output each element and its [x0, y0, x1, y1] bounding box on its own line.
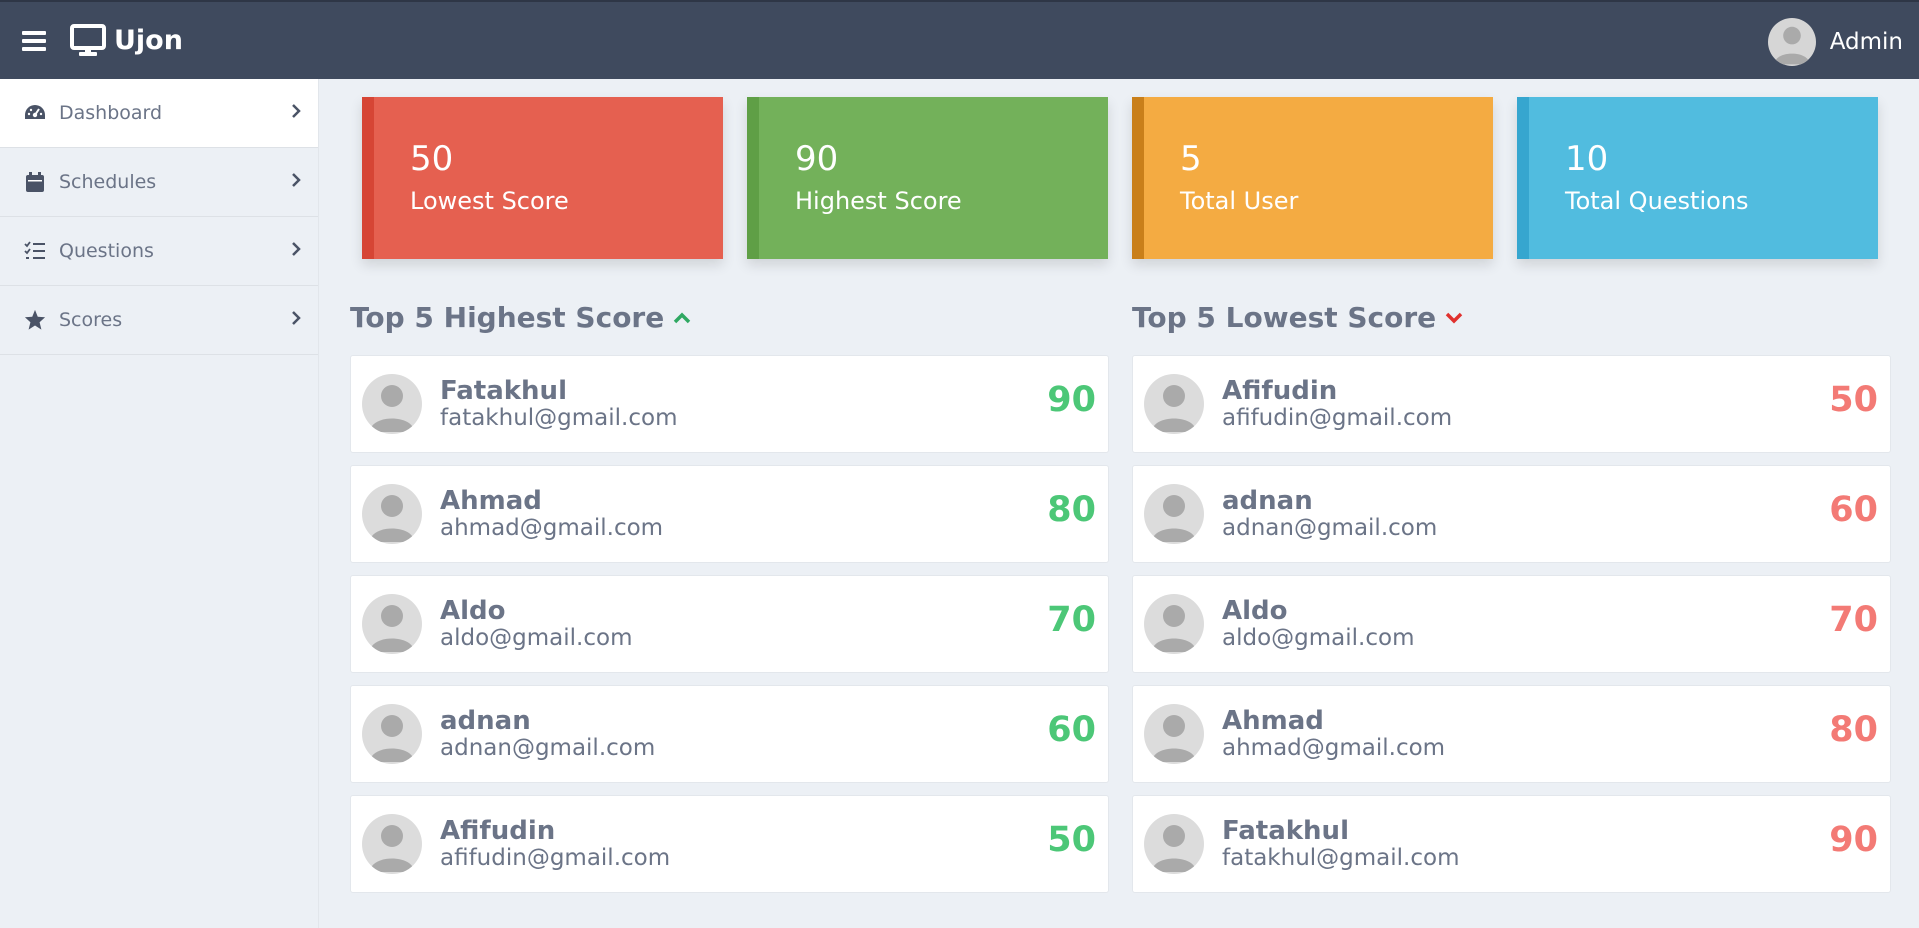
user-email: aldo@gmail.com — [440, 625, 633, 651]
user-email: aldo@gmail.com — [1222, 625, 1415, 651]
sidebar-item-scores[interactable]: Scores — [0, 286, 318, 355]
stat-label: Lowest Score — [410, 187, 569, 215]
user-name: Admin — [1829, 28, 1903, 55]
monitor-icon — [70, 23, 106, 56]
stat-card-total-questions[interactable]: 10 Total Questions — [1517, 97, 1878, 259]
sidebar-item-label: Schedules — [59, 171, 157, 193]
sidebar-item-label: Questions — [59, 240, 154, 262]
stat-card-total-user[interactable]: 5 Total User — [1132, 97, 1493, 259]
user-name: adnan — [440, 706, 531, 736]
list-item[interactable]: Ahmad ahmad@gmail.com 80 — [1132, 685, 1891, 783]
user-name: Afifudin — [1222, 376, 1338, 406]
user-name: Fatakhul — [440, 376, 567, 406]
chevron-right-icon — [292, 242, 301, 256]
list-item[interactable]: Afifudin afifudin@gmail.com 50 — [350, 795, 1109, 893]
tasks-icon — [23, 239, 47, 263]
sidebar-item-questions[interactable]: Questions — [0, 217, 318, 286]
list-item[interactable]: Fatakhul fatakhul@gmail.com 90 — [350, 355, 1109, 453]
score-value: 70 — [1829, 600, 1878, 640]
card-accent-bar — [362, 97, 374, 259]
top-navbar: Ujon Admin — [0, 0, 1919, 79]
user-email: adnan@gmail.com — [440, 735, 656, 761]
lowest-score-heading: Top 5 Lowest Score — [1132, 301, 1464, 334]
card-accent-bar — [1132, 97, 1144, 259]
stat-label: Highest Score — [795, 187, 962, 215]
highest-score-heading: Top 5 Highest Score — [350, 301, 692, 334]
section-title-text: Top 5 Highest Score — [350, 301, 665, 334]
brand-name: Ujon — [114, 25, 183, 56]
avatar — [362, 374, 422, 434]
avatar — [362, 814, 422, 874]
hamburger-menu-icon[interactable] — [22, 30, 46, 51]
list-item[interactable]: Aldo aldo@gmail.com 70 — [350, 575, 1109, 673]
lowest-score-list: Afifudin afifudin@gmail.com 50 adnan adnan… — [1132, 355, 1891, 905]
dashboard-icon — [23, 101, 47, 125]
stat-value: 10 — [1565, 139, 1609, 179]
score-value: 90 — [1047, 380, 1096, 420]
card-accent-bar — [1517, 97, 1529, 259]
user-menu[interactable]: Admin — [1767, 2, 1903, 81]
user-email: fatakhul@gmail.com — [440, 405, 678, 431]
section-title-text: Top 5 Lowest Score — [1132, 301, 1437, 334]
stat-value: 5 — [1180, 139, 1202, 179]
stat-value: 90 — [795, 139, 839, 179]
avatar — [362, 484, 422, 544]
calendar-icon — [23, 170, 47, 194]
user-email: afifudin@gmail.com — [1222, 405, 1453, 431]
card-accent-bar — [747, 97, 759, 259]
avatar — [1767, 17, 1816, 66]
list-item[interactable]: adnan adnan@gmail.com 60 — [1132, 465, 1891, 563]
score-value: 80 — [1829, 710, 1878, 750]
score-value: 80 — [1047, 490, 1096, 530]
user-name: Afifudin — [440, 816, 556, 846]
user-email: adnan@gmail.com — [1222, 515, 1438, 541]
chevron-up-icon — [673, 312, 691, 323]
highest-score-list: Fatakhul fatakhul@gmail.com 90 Ahmad ahmad… — [350, 355, 1109, 905]
star-icon — [23, 308, 47, 332]
score-value: 60 — [1047, 710, 1096, 750]
sidebar-item-label: Scores — [59, 309, 123, 331]
score-value: 90 — [1829, 820, 1878, 860]
user-name: Ahmad — [440, 486, 542, 516]
list-item[interactable]: Afifudin afifudin@gmail.com 50 — [1132, 355, 1891, 453]
user-name: Fatakhul — [1222, 816, 1349, 846]
sidebar: Dashboard Schedules Questions Scores — [0, 79, 319, 928]
user-email: ahmad@gmail.com — [440, 515, 664, 541]
chevron-right-icon — [292, 104, 301, 118]
chevron-down-icon — [1445, 312, 1463, 323]
user-email: fatakhul@gmail.com — [1222, 845, 1460, 871]
avatar — [1144, 484, 1204, 544]
stat-card-lowest-score[interactable]: 50 Lowest Score — [362, 97, 723, 259]
avatar — [362, 704, 422, 764]
avatar — [1144, 704, 1204, 764]
user-name: Aldo — [440, 596, 506, 626]
sidebar-item-dashboard[interactable]: Dashboard — [0, 79, 318, 148]
list-item[interactable]: Aldo aldo@gmail.com 70 — [1132, 575, 1891, 673]
chevron-right-icon — [292, 311, 301, 325]
avatar — [1144, 374, 1204, 434]
score-value: 50 — [1047, 820, 1096, 860]
stat-card-highest-score[interactable]: 90 Highest Score — [747, 97, 1108, 259]
score-value: 70 — [1047, 600, 1096, 640]
sidebar-item-label: Dashboard — [59, 102, 163, 124]
stat-value: 50 — [410, 139, 454, 179]
list-item[interactable]: adnan adnan@gmail.com 60 — [350, 685, 1109, 783]
sidebar-item-schedules[interactable]: Schedules — [0, 148, 318, 217]
stat-label: Total User — [1180, 187, 1299, 215]
avatar — [362, 594, 422, 654]
stat-label: Total Questions — [1565, 187, 1749, 215]
avatar — [1144, 814, 1204, 874]
avatar — [1144, 594, 1204, 654]
list-item[interactable]: Fatakhul fatakhul@gmail.com 90 — [1132, 795, 1891, 893]
list-item[interactable]: Ahmad ahmad@gmail.com 80 — [350, 465, 1109, 563]
chevron-right-icon — [292, 173, 301, 187]
user-name: Aldo — [1222, 596, 1288, 626]
score-value: 60 — [1829, 490, 1878, 530]
score-value: 50 — [1829, 380, 1878, 420]
brand[interactable]: Ujon — [70, 23, 183, 58]
user-name: Ahmad — [1222, 706, 1324, 736]
user-email: afifudin@gmail.com — [440, 845, 671, 871]
user-name: adnan — [1222, 486, 1313, 516]
user-email: ahmad@gmail.com — [1222, 735, 1446, 761]
